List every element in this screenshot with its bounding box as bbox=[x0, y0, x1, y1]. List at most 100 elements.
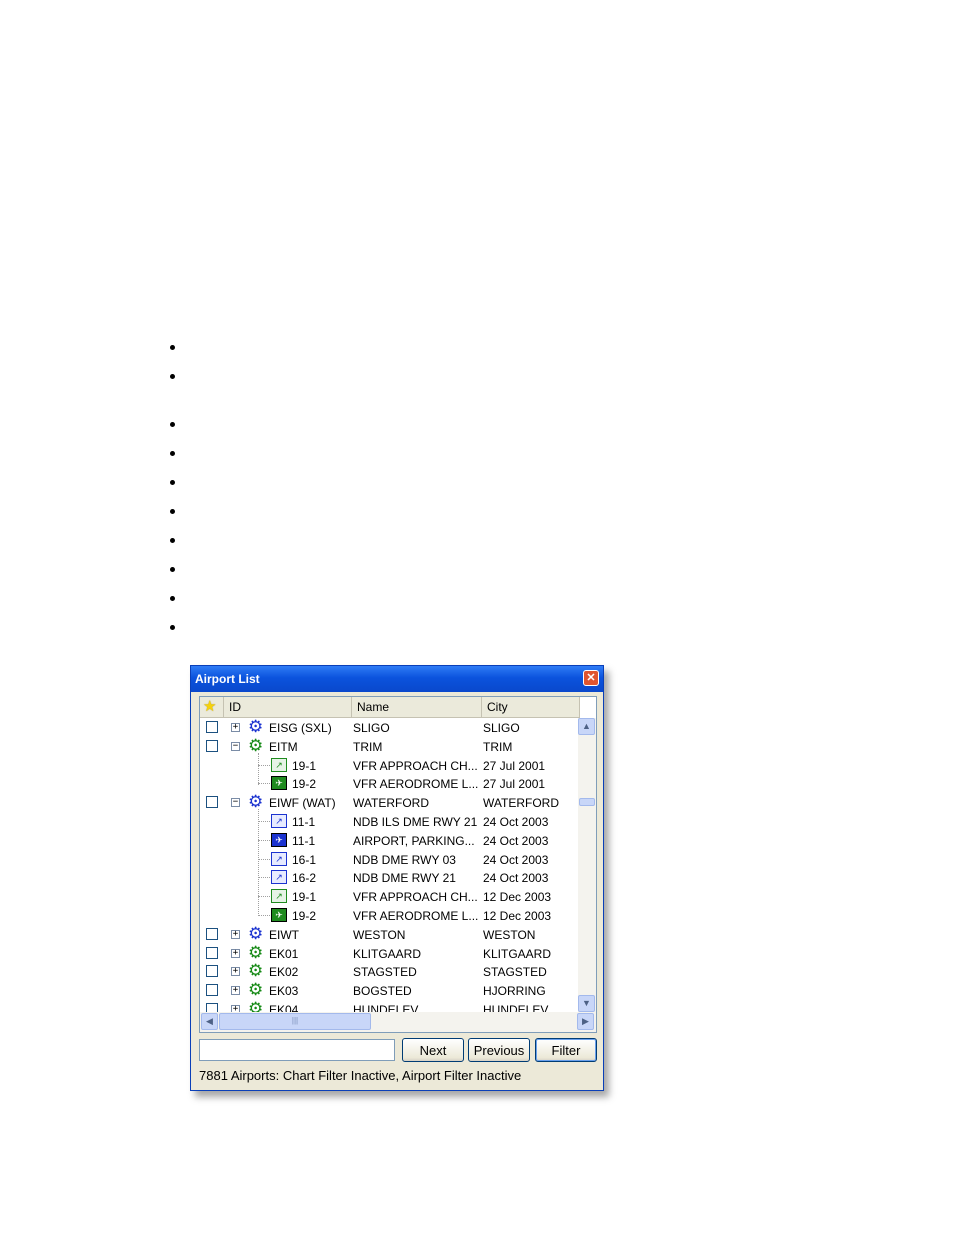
chart-date: 27 Jul 2001 bbox=[483, 777, 546, 791]
row-name: STAGSTED bbox=[353, 965, 417, 979]
row-checkbox[interactable] bbox=[206, 928, 218, 940]
gear-icon: ⚙ bbox=[248, 924, 264, 943]
column-header-id[interactable]: ID bbox=[224, 697, 352, 717]
chart-row[interactable]: ✈ 19-2 VFR AERODROME L... 12 Dec 2003 bbox=[200, 906, 578, 925]
row-id: EK01 bbox=[269, 947, 299, 961]
row-name: BOGSTED bbox=[353, 984, 412, 998]
chart-id: 19-2 bbox=[292, 909, 317, 923]
approach-chart-icon: ↗ bbox=[271, 852, 287, 866]
gear-icon: ⚙ bbox=[248, 792, 264, 811]
row-id: EK02 bbox=[269, 965, 299, 979]
list-header: ★ ID Name City bbox=[200, 697, 580, 718]
row-name: WATERFORD bbox=[353, 796, 429, 810]
bullet-dot bbox=[170, 451, 175, 456]
scroll-down-button[interactable]: ▼ bbox=[578, 995, 595, 1012]
column-header-city[interactable]: City bbox=[482, 697, 580, 717]
vertical-scroll-thumb[interactable] bbox=[579, 798, 595, 806]
horizontal-scrollbar[interactable]: ◀ ||| ▶ bbox=[200, 1012, 596, 1032]
row-checkbox[interactable] bbox=[206, 965, 218, 977]
previous-button[interactable]: Previous bbox=[468, 1038, 530, 1062]
row-id: EIWF (WAT) bbox=[269, 796, 336, 810]
chart-id: 19-2 bbox=[292, 777, 317, 791]
row-city: TRIM bbox=[483, 740, 513, 754]
row-name: SLIGO bbox=[353, 721, 390, 735]
chart-name: VFR APPROACH CH... bbox=[353, 759, 478, 773]
row-city: HJORRING bbox=[483, 984, 546, 998]
chevron-left-icon: ◀ bbox=[206, 1016, 213, 1026]
chart-row[interactable]: ↗ 16-1 NDB DME RWY 03 24 Oct 2003 bbox=[200, 850, 578, 869]
chart-id: 16-2 bbox=[292, 871, 317, 885]
airport-row[interactable]: + ⚙ EISG (SXL) SLIGO SLIGO bbox=[200, 718, 578, 737]
row-checkbox[interactable] bbox=[206, 984, 218, 996]
chart-name: NDB ILS DME RWY 21 bbox=[353, 815, 478, 829]
chart-row[interactable]: ↗ 19-1 VFR APPROACH CH... 27 Jul 2001 bbox=[200, 756, 578, 775]
horizontal-scroll-thumb[interactable]: ||| bbox=[219, 1013, 371, 1030]
row-checkbox[interactable] bbox=[206, 796, 218, 808]
row-name: HUNDELEV bbox=[353, 1003, 419, 1012]
approach-chart-icon: ↗ bbox=[271, 889, 287, 903]
bullet-dot bbox=[170, 374, 175, 379]
close-button[interactable]: ✕ bbox=[583, 670, 599, 686]
chart-row[interactable]: ↗ 11-1 NDB ILS DME RWY 21 24 Oct 2003 bbox=[200, 812, 578, 831]
aerodrome-chart-icon: ✈ bbox=[271, 833, 287, 847]
vertical-scrollbar[interactable]: ▲ ▼ bbox=[578, 718, 596, 1012]
airport-row[interactable]: + ⚙ EK03 BOGSTED HJORRING bbox=[200, 981, 578, 1000]
airport-row[interactable]: − ⚙ EIWF (WAT) WATERFORD WATERFORD bbox=[200, 793, 578, 812]
scroll-left-button[interactable]: ◀ bbox=[201, 1013, 218, 1030]
row-checkbox[interactable] bbox=[206, 721, 218, 733]
airport-row[interactable]: − ⚙ EITM TRIM TRIM bbox=[200, 737, 578, 756]
bullet-dot bbox=[170, 509, 175, 514]
chart-id: 19-1 bbox=[292, 759, 317, 773]
bullet-dot bbox=[170, 345, 175, 350]
row-checkbox[interactable] bbox=[206, 740, 218, 752]
chart-date: 27 Jul 2001 bbox=[483, 759, 546, 773]
expand-toggle[interactable]: + bbox=[231, 723, 240, 732]
row-name: TRIM bbox=[353, 740, 383, 754]
row-city: WATERFORD bbox=[483, 796, 559, 810]
scroll-up-button[interactable]: ▲ bbox=[578, 718, 595, 735]
next-button[interactable]: Next bbox=[402, 1038, 464, 1062]
row-id: EK04 bbox=[269, 1003, 299, 1012]
chart-date: 24 Oct 2003 bbox=[483, 871, 549, 885]
column-header-name[interactable]: Name bbox=[352, 697, 482, 717]
title-bar[interactable]: Airport List ✕ bbox=[191, 666, 603, 692]
airport-tree-list[interactable]: ★ ID Name City + ⚙ EISG (SXL) SLIGO SLIGO − ⚙ E… bbox=[199, 696, 597, 1033]
row-id: EITM bbox=[269, 740, 298, 754]
row-city: SLIGO bbox=[483, 721, 520, 735]
grip-icon: ||| bbox=[291, 1016, 299, 1025]
chart-row[interactable]: ↗ 16-2 NDB DME RWY 21 24 Oct 2003 bbox=[200, 868, 578, 887]
row-checkbox[interactable] bbox=[206, 947, 218, 959]
approach-chart-icon: ↗ bbox=[271, 814, 287, 828]
chart-row[interactable]: ↗ 19-1 VFR APPROACH CH... 12 Dec 2003 bbox=[200, 887, 578, 906]
chart-row[interactable]: ✈ 19-2 VFR AERODROME L... 27 Jul 2001 bbox=[200, 774, 578, 793]
expand-toggle[interactable]: + bbox=[231, 986, 240, 995]
chart-row[interactable]: ✈ 11-1 AIRPORT, PARKING... 24 Oct 2003 bbox=[200, 831, 578, 850]
scroll-right-button[interactable]: ▶ bbox=[577, 1013, 594, 1030]
close-icon: ✕ bbox=[586, 672, 596, 684]
expand-toggle[interactable]: + bbox=[231, 967, 240, 976]
expand-toggle[interactable]: − bbox=[231, 742, 240, 751]
gear-icon: ⚙ bbox=[248, 999, 264, 1013]
expand-toggle[interactable]: + bbox=[231, 1005, 240, 1012]
expand-toggle[interactable]: + bbox=[231, 949, 240, 958]
chart-id: 11-1 bbox=[292, 834, 316, 848]
chart-id: 16-1 bbox=[292, 853, 317, 867]
bullet-dot bbox=[170, 538, 175, 543]
airport-row[interactable]: + ⚙ EK04 HUNDELEV HUNDELEV bbox=[200, 1000, 578, 1012]
chart-date: 24 Oct 2003 bbox=[483, 853, 549, 867]
favorite-column-header[interactable]: ★ bbox=[200, 697, 224, 717]
expand-toggle[interactable]: − bbox=[231, 798, 240, 807]
bullet-dot bbox=[170, 567, 175, 572]
chart-name: VFR AERODROME L... bbox=[353, 909, 479, 923]
airport-row[interactable]: + ⚙ EK02 STAGSTED STAGSTED bbox=[200, 962, 578, 981]
filter-button[interactable]: Filter bbox=[535, 1038, 597, 1062]
gear-icon: ⚙ bbox=[248, 736, 264, 755]
row-id: EK03 bbox=[269, 984, 299, 998]
expand-toggle[interactable]: + bbox=[231, 930, 240, 939]
row-checkbox[interactable] bbox=[206, 1003, 218, 1012]
search-input[interactable] bbox=[199, 1039, 395, 1061]
chart-name: VFR AERODROME L... bbox=[353, 777, 479, 791]
airport-row[interactable]: + ⚙ EIWT WESTON WESTON bbox=[200, 925, 578, 944]
row-id: EIWT bbox=[269, 928, 299, 942]
gear-icon: ⚙ bbox=[248, 718, 264, 736]
